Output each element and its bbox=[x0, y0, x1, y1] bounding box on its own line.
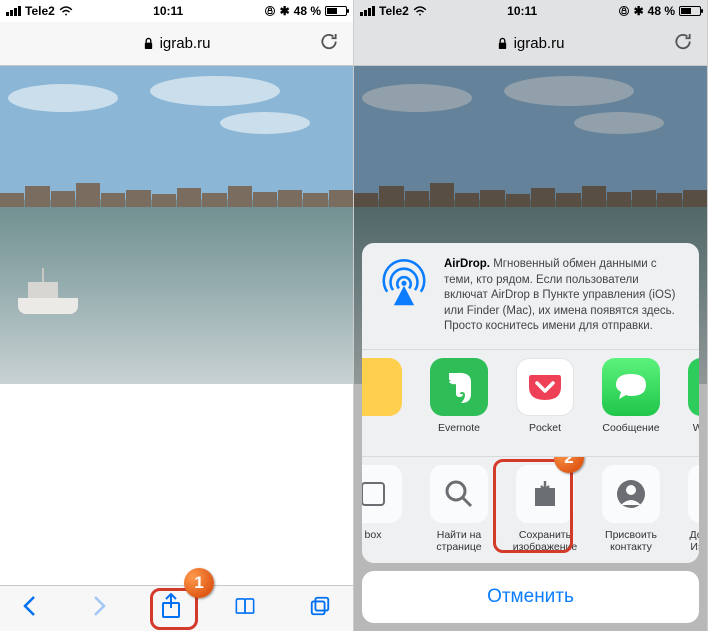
page-content[interactable] bbox=[0, 66, 353, 585]
ship-graphic bbox=[18, 272, 78, 314]
airdrop-icon bbox=[376, 257, 432, 313]
app-partial-left[interactable] bbox=[362, 358, 414, 446]
lock-icon bbox=[143, 37, 154, 50]
pocket-icon bbox=[528, 372, 562, 402]
tabs-button[interactable] bbox=[309, 595, 331, 622]
phone-left: Tele2 10:11 ✱ 48 % igrab.ru bbox=[0, 0, 354, 631]
url-text: igrab.ru bbox=[514, 35, 565, 52]
lock-icon bbox=[497, 37, 508, 50]
battery-icon bbox=[679, 6, 701, 16]
bookmarks-button[interactable] bbox=[234, 595, 256, 622]
signal-icon bbox=[6, 6, 21, 16]
evernote-icon bbox=[443, 370, 475, 404]
bluetooth-icon: ✱ bbox=[280, 4, 290, 18]
clock-label: 10:11 bbox=[153, 4, 183, 18]
phone-right: Tele2 10:11 ✱ 48 % igrab.ru bbox=[354, 0, 708, 631]
status-bar: Tele2 10:11 ✱ 48 % bbox=[0, 0, 353, 22]
page-content: AirDrop. Мгновенный обмен данными с теми… bbox=[354, 66, 707, 631]
image-preview[interactable] bbox=[0, 66, 353, 384]
app-messages[interactable]: Сообщение bbox=[590, 358, 672, 446]
wifi-icon bbox=[413, 5, 427, 17]
rotation-lock-icon bbox=[618, 5, 630, 17]
app-evernote[interactable]: Evernote bbox=[418, 358, 500, 446]
bluetooth-icon: ✱ bbox=[634, 4, 644, 18]
app-whatsapp[interactable]: WhatsApp bbox=[676, 358, 699, 446]
battery-icon bbox=[325, 6, 347, 16]
back-button[interactable] bbox=[22, 595, 38, 622]
share-button[interactable] bbox=[161, 593, 181, 624]
battery-percent: 48 % bbox=[294, 4, 321, 18]
action-save-image[interactable]: Сохранить изображение bbox=[504, 465, 586, 553]
url-bar[interactable]: igrab.ru bbox=[354, 22, 707, 66]
clock-label: 10:11 bbox=[507, 4, 537, 18]
forward-button[interactable] bbox=[91, 595, 107, 622]
action-partial-left[interactable]: box bbox=[362, 465, 414, 553]
airdrop-row[interactable]: AirDrop. Мгновенный обмен данными с теми… bbox=[362, 243, 699, 349]
carrier-label: Tele2 bbox=[25, 4, 55, 18]
action-assign-contact[interactable]: Присвоить контакту bbox=[590, 465, 672, 553]
safari-toolbar: 1 bbox=[0, 585, 353, 631]
contact-icon bbox=[615, 478, 647, 510]
action-add-favorite[interactable]: Добавить в Избранное bbox=[676, 465, 699, 553]
url-bar[interactable]: igrab.ru bbox=[0, 22, 353, 66]
share-actions-row[interactable]: box Найти на странице Сохранить изображе… bbox=[362, 457, 699, 563]
action-find-on-page[interactable]: Найти на странице bbox=[418, 465, 500, 553]
message-icon bbox=[613, 371, 649, 403]
battery-percent: 48 % bbox=[648, 4, 675, 18]
rotation-lock-icon bbox=[264, 5, 276, 17]
reload-button[interactable] bbox=[673, 31, 693, 56]
status-bar: Tele2 10:11 ✱ 48 % bbox=[354, 0, 707, 22]
share-apps-row[interactable]: Evernote Pocket Сообщение bbox=[362, 350, 699, 456]
cancel-button[interactable]: Отменить bbox=[362, 571, 699, 623]
app-pocket[interactable]: Pocket bbox=[504, 358, 586, 446]
share-sheet: AirDrop. Мгновенный обмен данными с теми… bbox=[362, 243, 699, 623]
reload-button[interactable] bbox=[319, 31, 339, 56]
search-icon bbox=[443, 478, 475, 510]
signal-icon bbox=[360, 6, 375, 16]
wifi-icon bbox=[59, 5, 73, 17]
save-image-icon bbox=[530, 479, 560, 509]
share-sheet-body: AirDrop. Мгновенный обмен данными с теми… bbox=[362, 243, 699, 563]
carrier-label: Tele2 bbox=[379, 4, 409, 18]
airdrop-description: AirDrop. Мгновенный обмен данными с теми… bbox=[444, 257, 685, 335]
url-text: igrab.ru bbox=[160, 35, 211, 52]
